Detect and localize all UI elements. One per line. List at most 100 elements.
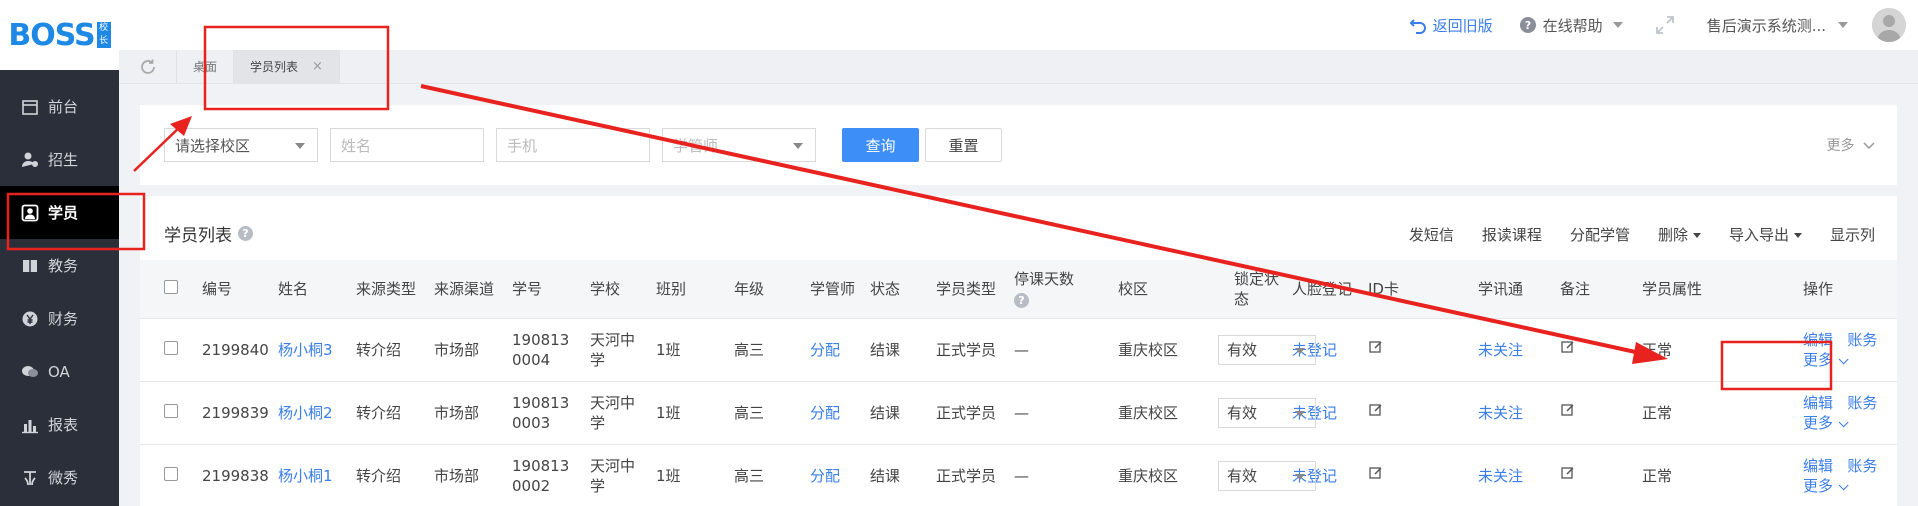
chevron-down-icon [1863, 142, 1875, 150]
logo[interactable]: BOSS 校长 [0, 0, 119, 70]
cell-manager[interactable]: 分配 [804, 318, 864, 382]
cell-manager[interactable]: 分配 [804, 444, 864, 506]
cell-status: 结课 [864, 381, 930, 445]
more-dropdown[interactable]: 更多 [1803, 351, 1845, 369]
user-menu[interactable]: 售后演示系统测... [1707, 15, 1854, 36]
list-actions: 发短信 报读课程 分配学管 删除 导入导出 显示列 [1381, 224, 1875, 245]
svg-text:?: ? [1524, 19, 1530, 32]
sidebar-item-oa[interactable]: OA [0, 345, 119, 398]
sidebar-item-weixiu[interactable]: 微秀 [0, 451, 119, 504]
cell-grade: 高三 [728, 381, 804, 445]
user-name: 售后演示系统测... [1706, 16, 1826, 35]
cell-name[interactable]: 杨小桐1 [272, 444, 350, 506]
cell-idcard [1362, 381, 1472, 445]
account-link[interactable]: 账务 [1847, 331, 1877, 349]
cell-name[interactable]: 杨小桐3 [272, 318, 350, 382]
phone-input[interactable]: 手机 [496, 128, 650, 162]
delete-dropdown[interactable]: 删除 [1658, 224, 1701, 245]
cell-student-no: 1908130003 [506, 381, 584, 445]
col-header: 姓名 [272, 260, 350, 319]
lock-status-select[interactable]: 有效 [1218, 334, 1316, 365]
select-all-cell [140, 260, 196, 319]
campus-select-placeholder: 请选择校区 [175, 136, 251, 155]
row-select-cell [140, 444, 196, 506]
help-icon[interactable]: ? [1014, 292, 1029, 308]
sidebar-item-students[interactable]: 学员 [0, 186, 119, 239]
sidebar-item-reports[interactable]: 报表 [0, 398, 119, 451]
fullscreen-button[interactable] [1655, 15, 1681, 35]
online-help-menu[interactable]: ? 在线帮助 [1519, 15, 1629, 36]
cell-follow[interactable]: 未关注 [1472, 444, 1554, 506]
filter-more-toggle[interactable]: 更多 [1827, 135, 1875, 155]
account-link[interactable]: 账务 [1847, 457, 1877, 475]
col-header: 操作 [1797, 260, 1897, 319]
edit-icon[interactable] [1368, 402, 1384, 418]
more-dropdown[interactable]: 更多 [1803, 414, 1845, 432]
refresh-button[interactable] [119, 50, 177, 83]
chat-icon [20, 362, 40, 382]
sidebar-item-finance[interactable]: 财务 [0, 292, 119, 345]
edit-link[interactable]: 编辑 [1803, 394, 1833, 412]
more-dropdown[interactable]: 更多 [1803, 477, 1845, 495]
edit-link[interactable]: 编辑 [1803, 457, 1833, 475]
caret-down-icon [295, 143, 305, 149]
assign-manager-button[interactable]: 分配学管 [1570, 224, 1630, 245]
lock-status-select[interactable]: 有效 [1218, 397, 1316, 428]
sidebar-item-recruit[interactable]: 招生 [0, 133, 119, 186]
cell-ops: 编辑 账务 更多 [1797, 381, 1897, 445]
cell-idcard [1362, 444, 1472, 506]
row-checkbox[interactable] [164, 340, 178, 355]
tab-desk-label: 桌面 [193, 60, 218, 74]
cell-name[interactable]: 杨小桐2 [272, 381, 350, 445]
sidebar-item-frontdesk[interactable]: 前台 [0, 80, 119, 133]
row-checkbox[interactable] [164, 403, 178, 418]
edit-icon[interactable] [1560, 339, 1576, 355]
import-export-dropdown[interactable]: 导入导出 [1729, 224, 1802, 245]
col-header: 班别 [650, 260, 728, 319]
lock-status-select[interactable]: 有效 [1218, 460, 1316, 491]
help-icon[interactable]: ? [238, 226, 253, 241]
tab-student-list-label: 学员列表 [250, 60, 299, 74]
col-header: 来源类型 [350, 260, 428, 319]
campus-select[interactable]: 请选择校区 [164, 128, 318, 162]
search-button[interactable]: 查询 [842, 128, 919, 162]
cell-follow[interactable]: 未关注 [1472, 318, 1554, 382]
cell-follow[interactable]: 未关注 [1472, 381, 1554, 445]
send-sms-button[interactable]: 发短信 [1409, 224, 1454, 245]
user-add-icon [20, 150, 40, 170]
col-header-stop-days: 停课天数? [1008, 260, 1112, 319]
col-header: 学员属性 [1636, 260, 1797, 319]
col-header: 学管师 [804, 260, 864, 319]
cell-type: 正式学员 [930, 318, 1008, 382]
close-icon[interactable]: × [312, 59, 323, 74]
name-input[interactable]: 姓名 [330, 128, 484, 162]
reset-button[interactable]: 重置 [925, 128, 1002, 162]
account-link[interactable]: 账务 [1847, 394, 1877, 412]
col-header: 备注 [1554, 260, 1636, 319]
sidebar-item-academic[interactable]: 教务 [0, 239, 119, 292]
cell-manager[interactable]: 分配 [804, 381, 864, 445]
edit-link[interactable]: 编辑 [1803, 331, 1833, 349]
select-all-checkbox[interactable] [164, 279, 178, 294]
edit-icon[interactable] [1368, 465, 1384, 481]
sidebar-item-label: 前台 [48, 98, 79, 116]
yen-icon [20, 309, 40, 329]
enroll-course-button[interactable]: 报读课程 [1482, 224, 1542, 245]
back-old-version-link[interactable]: 返回旧版 [1409, 15, 1493, 36]
cell-remark [1554, 318, 1636, 382]
edit-icon[interactable] [1368, 339, 1384, 355]
tab-student-list[interactable]: 学员列表 × [234, 50, 340, 83]
edit-icon[interactable] [1560, 465, 1576, 481]
caret-down-icon [1838, 22, 1848, 28]
manager-select-placeholder: 学管师 [673, 136, 719, 155]
show-columns-button[interactable]: 显示列 [1830, 224, 1875, 245]
col-header: ID卡 [1362, 260, 1472, 319]
tab-desk[interactable]: 桌面 [177, 50, 235, 83]
manager-select[interactable]: 学管师 [662, 128, 816, 162]
row-checkbox[interactable] [164, 466, 178, 481]
table-header-row: 编号 姓名 来源类型 来源渠道 学号 学校 班别 年级 学管师 状态 学员类型 … [140, 260, 1897, 319]
edit-icon[interactable] [1560, 402, 1576, 418]
avatar[interactable] [1872, 8, 1906, 42]
calendar-icon [20, 97, 40, 117]
col-header: 来源渠道 [428, 260, 506, 319]
